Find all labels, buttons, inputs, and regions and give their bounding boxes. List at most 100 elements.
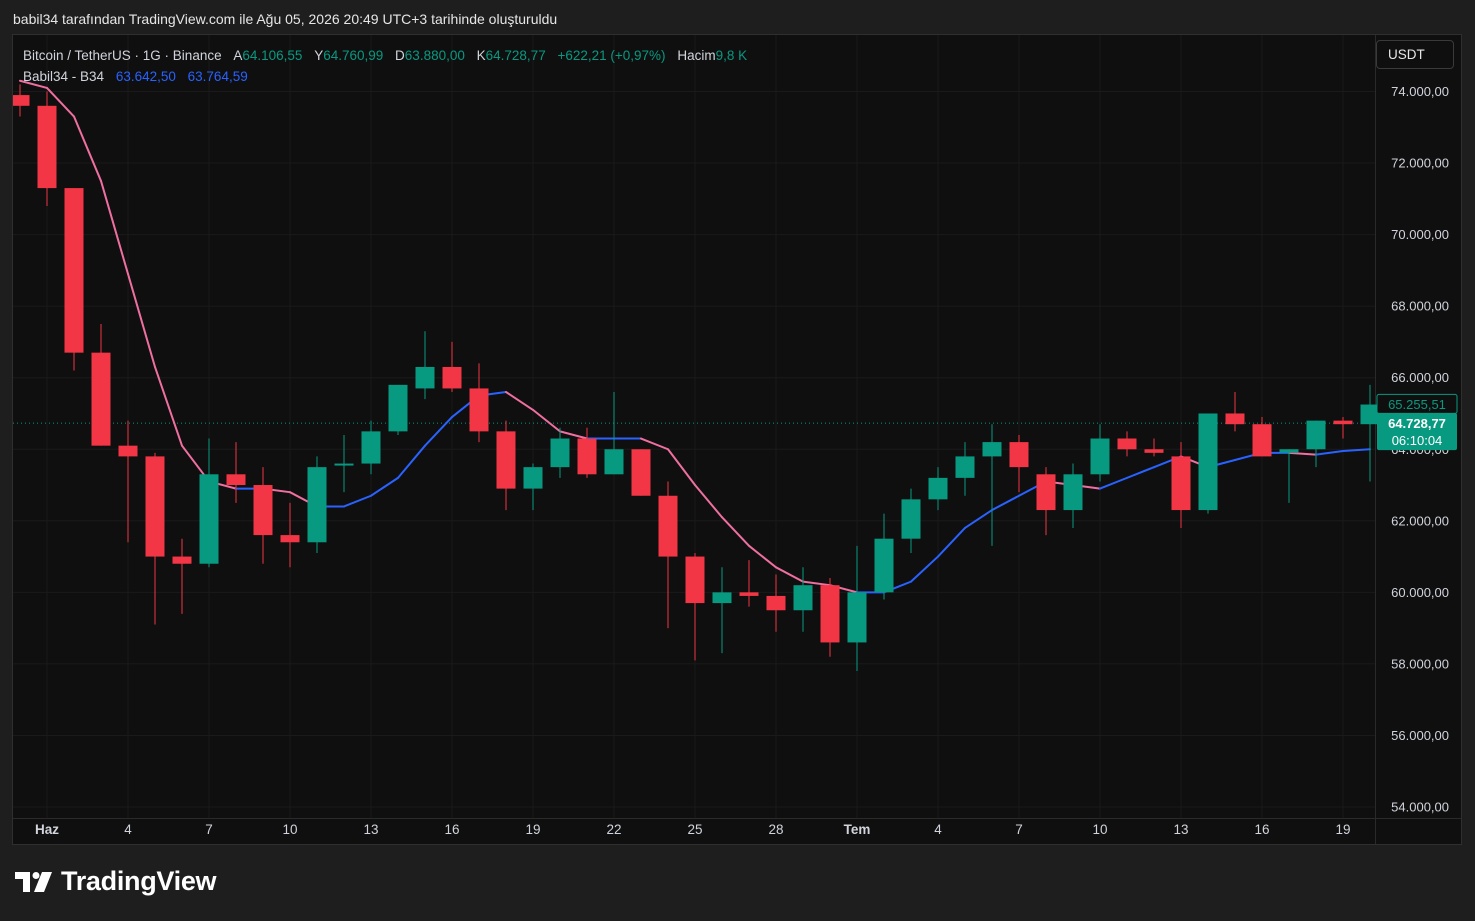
candle-body[interactable] bbox=[1117, 438, 1137, 450]
y-tick-label: 66.000,00 bbox=[1391, 370, 1449, 385]
candle-body[interactable] bbox=[469, 388, 489, 432]
candle-body[interactable] bbox=[1090, 438, 1110, 475]
candle-body[interactable] bbox=[388, 384, 408, 432]
candle-body[interactable] bbox=[1306, 420, 1326, 450]
x-tick-label: 25 bbox=[687, 822, 702, 837]
x-tick-label: Tem bbox=[844, 822, 871, 837]
candle-body[interactable] bbox=[253, 485, 273, 536]
candle-body[interactable] bbox=[793, 585, 813, 611]
y-tick-label: 72.000,00 bbox=[1391, 156, 1449, 171]
chart-legend: Bitcoin / TetherUS · 1G · Binance A64.10… bbox=[23, 45, 747, 87]
legend-low-label: D bbox=[395, 48, 405, 63]
legend-close-value: 64.728,77 bbox=[485, 48, 546, 63]
candle-body[interactable] bbox=[523, 467, 543, 489]
x-tick-label: 10 bbox=[282, 822, 297, 837]
x-tick-label: 7 bbox=[1015, 822, 1023, 837]
candle-body[interactable] bbox=[658, 495, 678, 557]
legend-row-main: Bitcoin / TetherUS · 1G · Binance A64.10… bbox=[23, 45, 747, 66]
candle-body[interactable] bbox=[91, 352, 111, 446]
candle-body[interactable] bbox=[334, 463, 354, 466]
y-tick-label: 56.000,00 bbox=[1391, 728, 1449, 743]
candle-countdown-label: 06:10:04 bbox=[1392, 433, 1443, 448]
candle-body[interactable] bbox=[442, 366, 462, 389]
y-tick-label: 74.000,00 bbox=[1391, 84, 1449, 99]
candle-body[interactable] bbox=[1225, 413, 1245, 425]
legend-change: +622,21 (+0,97%) bbox=[557, 48, 666, 63]
candle-body[interactable] bbox=[280, 535, 300, 543]
legend-row-indicator: Babil34 - B34 63.642,50 63.764,59 bbox=[23, 66, 747, 87]
candle-body[interactable] bbox=[1063, 474, 1083, 511]
candle-body[interactable] bbox=[955, 456, 975, 478]
candle-body[interactable] bbox=[766, 595, 786, 611]
brand-name: TradingView bbox=[61, 866, 217, 896]
candle-body[interactable] bbox=[604, 449, 624, 475]
last-price-label: 64.728,77 bbox=[1388, 416, 1446, 431]
x-tick-label: 16 bbox=[444, 822, 459, 837]
chart-panel[interactable]: 74.000,00 72.000,00 70.000,00 68.000,00 66.0… bbox=[12, 34, 1462, 845]
candle-body[interactable] bbox=[847, 592, 867, 643]
candle-body[interactable] bbox=[1036, 474, 1056, 511]
x-tick-label: 10 bbox=[1092, 822, 1107, 837]
candle-body[interactable] bbox=[415, 366, 435, 389]
candle-body[interactable] bbox=[577, 438, 597, 475]
x-tick-label: Haz bbox=[35, 822, 59, 837]
x-tick-label: 4 bbox=[934, 822, 942, 837]
x-tick-label: 19 bbox=[1335, 822, 1350, 837]
price-chart[interactable]: 74.000,00 72.000,00 70.000,00 68.000,00 66.0… bbox=[13, 35, 1463, 846]
x-tick-label: 16 bbox=[1254, 822, 1269, 837]
high-price-marker-label: 65.255,51 bbox=[1388, 397, 1446, 412]
legend-low-value: 63.880,00 bbox=[404, 48, 465, 63]
candle-body[interactable] bbox=[1333, 420, 1353, 425]
tradingview-logo-icon bbox=[15, 871, 52, 892]
x-tick-label: 4 bbox=[124, 822, 132, 837]
x-tick-label: 13 bbox=[1173, 822, 1188, 837]
y-tick-label: 68.000,00 bbox=[1391, 299, 1449, 314]
x-tick-label: 7 bbox=[205, 822, 213, 837]
candle-body[interactable] bbox=[361, 431, 381, 464]
candle-body[interactable] bbox=[1252, 424, 1272, 457]
candle-body[interactable] bbox=[13, 95, 30, 106]
candle-body[interactable] bbox=[928, 477, 948, 500]
candle-body[interactable] bbox=[550, 438, 570, 468]
indicator-value-1: 63.642,50 bbox=[115, 69, 176, 84]
chart-caption: babil34 tarafından TradingView.com ile A… bbox=[13, 11, 558, 27]
candle-body[interactable] bbox=[874, 538, 894, 593]
candle-body[interactable] bbox=[37, 105, 57, 189]
legend-close-label: K bbox=[476, 48, 486, 63]
candle-body[interactable] bbox=[199, 474, 219, 564]
candle-body[interactable] bbox=[685, 556, 705, 604]
x-tick-label: 13 bbox=[363, 822, 378, 837]
legend-volume-value: 9,8 K bbox=[715, 48, 748, 63]
candle-body[interactable] bbox=[982, 442, 1002, 457]
candle-body[interactable] bbox=[307, 467, 327, 543]
legend-high-value: 64.760,99 bbox=[323, 48, 384, 63]
candle-body[interactable] bbox=[631, 449, 651, 496]
legend-open-value: 64.106,55 bbox=[242, 48, 303, 63]
y-tick-label: 70.000,00 bbox=[1391, 227, 1449, 242]
candle-body[interactable] bbox=[145, 456, 165, 557]
candle-body[interactable] bbox=[712, 592, 732, 604]
candle-body[interactable] bbox=[901, 499, 921, 539]
candle-body[interactable] bbox=[820, 585, 840, 643]
candle-body[interactable] bbox=[1279, 449, 1299, 453]
tradingview-brand[interactable]: TradingView bbox=[15, 866, 217, 897]
indicator-name[interactable]: Babil34 - B34 bbox=[23, 69, 104, 84]
chart-background bbox=[13, 35, 1461, 844]
legend-volume-label: Hacim bbox=[677, 48, 716, 63]
indicator-value-2: 63.764,59 bbox=[187, 69, 248, 84]
candle-body[interactable] bbox=[739, 592, 759, 596]
candle-body[interactable] bbox=[1009, 442, 1029, 468]
candle-body[interactable] bbox=[1171, 456, 1191, 511]
x-tick-label: 28 bbox=[768, 822, 783, 837]
candle-body[interactable] bbox=[226, 474, 246, 486]
candle-body[interactable] bbox=[118, 445, 138, 457]
legend-symbol[interactable]: Bitcoin / TetherUS · 1G · Binance bbox=[23, 48, 222, 63]
candle-body[interactable] bbox=[64, 188, 84, 353]
y-tick-label: 62.000,00 bbox=[1391, 513, 1449, 528]
candle-body[interactable] bbox=[1198, 413, 1218, 511]
candle-body[interactable] bbox=[496, 431, 516, 489]
x-tick-label: 22 bbox=[606, 822, 621, 837]
candle-body[interactable] bbox=[172, 556, 192, 564]
currency-button[interactable]: USDT bbox=[1376, 40, 1454, 69]
candle-body[interactable] bbox=[1144, 449, 1164, 453]
